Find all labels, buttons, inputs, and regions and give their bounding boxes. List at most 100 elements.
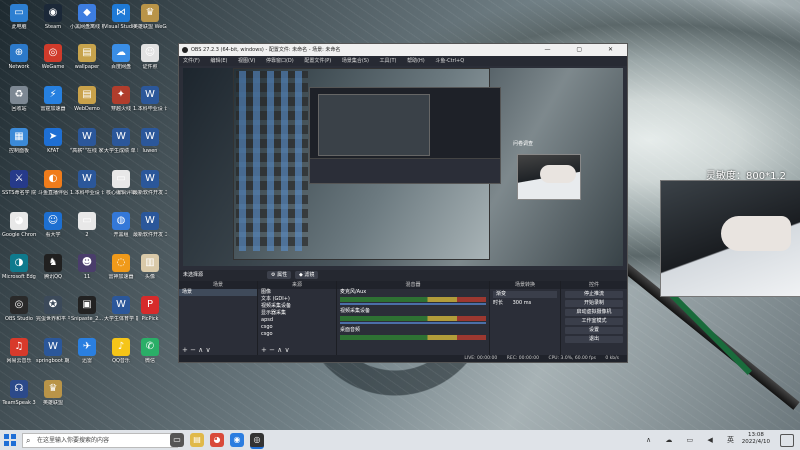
window-controls[interactable]: — ▢ ✕ xyxy=(544,44,625,56)
desktop-icon[interactable]: ▥ 头像 xyxy=(133,254,167,296)
desktop-icon[interactable]: W 最新软件开发 工作流程 xyxy=(133,170,167,212)
desktop-icon[interactable]: ◎ WeGame xyxy=(36,44,70,86)
obs-preview[interactable]: 问卷调查 xyxy=(183,68,623,266)
file-explorer-icon[interactable]: ▤ xyxy=(190,433,204,447)
desktop-icon[interactable]: ☊ TeamSpeak 3 xyxy=(2,380,36,422)
stop-streaming-button[interactable]: 停止推流 xyxy=(565,291,623,298)
obs-titlebar[interactable]: OBS 27.2.3 (64-bit, windows) - 配置文件: 未命名… xyxy=(179,44,627,56)
start-recording-button[interactable]: 开始录制 xyxy=(565,300,623,307)
mixer-dock: 混音器 麦克风/Aux 视频采集设备 桌面音频 xyxy=(337,281,490,355)
desktop-icon[interactable]: W 1.本科毕业设 计论文(全... xyxy=(70,170,104,212)
desktop-icon[interactable]: ☻ 11 xyxy=(70,254,104,296)
task-view-icon[interactable]: ▭ xyxy=(170,433,184,447)
desktop-icon[interactable]: ◎ OBS Studio xyxy=(2,296,36,338)
filters-button[interactable]: ◆ 滤镜 xyxy=(295,271,319,279)
desktop-icon[interactable]: ⚔ SSTS命名学 院 xyxy=(2,170,36,212)
taskbar-search[interactable]: ⌕ 在这里输入你要搜索的内容 xyxy=(22,433,178,448)
desktop-icon[interactable]: ♛ 英雄联盟 WeGame版 xyxy=(133,4,167,46)
properties-button[interactable]: ⚙ 属性 xyxy=(267,271,292,279)
desktop-icon[interactable]: Wluwen xyxy=(133,128,167,170)
menu-profile[interactable]: 配置文件(P) xyxy=(304,58,331,64)
volume-slider[interactable] xyxy=(340,322,486,324)
transition-select[interactable]: 渐变 xyxy=(493,291,557,298)
chrome-icon[interactable]: ◕ xyxy=(210,433,224,447)
scenes-footer-buttons[interactable]: + − ∧ ∨ xyxy=(179,346,260,355)
sources-footer-buttons[interactable]: + − ∧ ∨ xyxy=(258,346,339,355)
desktop-icon[interactable]: ◐ 斗鱼直播伴侣 xyxy=(36,170,70,212)
desktop-icon[interactable]: ◉ Steam xyxy=(36,4,70,46)
virtual-camera-button[interactable]: 启动虚拟摄像机 xyxy=(565,309,623,316)
menu-tools[interactable]: 工具(T) xyxy=(380,58,397,64)
desktop-app-icon: ♻ xyxy=(10,86,28,104)
source-item[interactable]: apsd xyxy=(258,317,336,324)
desktop-app-icon: ◆ xyxy=(78,4,96,22)
desktop-icon[interactable]: ▣ Snipaste_2... xyxy=(70,296,104,338)
transition-duration[interactable]: 时长 300 ms xyxy=(490,300,560,307)
desktop-icon[interactable]: Wspringboot 期末课程设计... xyxy=(36,338,70,380)
desktop-app-icon: ◐ xyxy=(44,170,62,188)
settings-button[interactable]: 设置 xyxy=(565,327,623,334)
app-icon[interactable]: ◉ xyxy=(230,433,244,447)
desktop-icon-label: 微信 xyxy=(144,358,155,364)
desktop-icon[interactable]: ✪ 完蛋世界和平 平台 xyxy=(36,296,70,338)
obs-statusbar: LIVE: 00:00:00 REC: 00:00:00 CPU: 3.0%, … xyxy=(179,355,627,362)
obs-taskbar-icon[interactable]: ◎ xyxy=(250,433,264,449)
duration-value[interactable]: 300 ms xyxy=(513,300,532,306)
desktop-icon[interactable]: ▦ 控制面板 xyxy=(2,128,36,170)
preview-hand-image xyxy=(540,165,576,183)
notification-icon[interactable] xyxy=(780,434,794,447)
volume-slider[interactable] xyxy=(340,303,486,305)
source-item[interactable]: 视频采集设备 xyxy=(258,303,336,310)
desktop-icon[interactable]: ♞ 腾讯QQ xyxy=(36,254,70,296)
desktop-icon[interactable]: ♛ 英雄联盟 xyxy=(36,380,70,422)
menu-docks[interactable]: 停靠窗口(D) xyxy=(266,58,294,64)
desktop-icon[interactable]: ◕ Google Chrome xyxy=(2,212,36,254)
desktop-app-icon: ♫ xyxy=(10,338,28,356)
desktop-icon[interactable]: ◑ Microsoft Edge xyxy=(2,254,36,296)
menu-scene-collection[interactable]: 场景集合(S) xyxy=(342,58,369,64)
desktop-icon[interactable]: ▭ 此电脑 xyxy=(2,4,36,46)
menu-help[interactable]: 帮助(H) xyxy=(407,58,425,64)
clock[interactable]: 13:08 2022/4/10 xyxy=(742,432,770,446)
desktop-icon[interactable]: W "高薪""在线 家数字化证 xyxy=(70,128,104,170)
obs-menubar: 文件(F) 编辑(E) 视图(V) 停靠窗口(D) 配置文件(P) 场景集合(S… xyxy=(179,56,627,66)
desktop-icon[interactable]: W 最新软件开发 工作流程（精... xyxy=(133,212,167,254)
source-item[interactable]: csgo xyxy=(258,331,336,338)
start-button[interactable] xyxy=(4,434,16,446)
source-toolbar: 未选择源 ⚙ 属性 ◆ 滤镜 xyxy=(179,270,627,281)
desktop-icon[interactable]: ♫ 网易云音乐 xyxy=(2,338,36,380)
desktop-app-icon: ◍ xyxy=(112,212,130,230)
system-tray[interactable]: ∧ ☁ ▭ ◀ 英 xyxy=(646,435,740,445)
source-item[interactable]: 文本 (GDI+) xyxy=(258,296,336,303)
desktop-icon[interactable]: ▤ wallpaper xyxy=(70,44,104,86)
desktop-app-icon: ⚡ xyxy=(44,86,62,104)
desktop-icon[interactable]: ☺ 看大学 xyxy=(36,212,70,254)
exit-button[interactable]: 退出 xyxy=(565,336,623,343)
menu-view[interactable]: 视图(V) xyxy=(238,58,255,64)
source-item[interactable]: csgo xyxy=(258,324,336,331)
source-item[interactable]: 图像 xyxy=(258,289,336,296)
desktop-icon-label: wallpaper xyxy=(74,64,100,70)
desktop-icon[interactable]: P PicPick xyxy=(133,296,167,338)
studio-mode-button[interactable]: 工作室模式 xyxy=(565,318,623,325)
desktop-icon[interactable]: ⊕ Network xyxy=(2,44,36,86)
obs-window[interactable]: OBS 27.2.3 (64-bit, windows) - 配置文件: 未命名… xyxy=(178,43,628,363)
desktop-icon[interactable]: ▭ 2 xyxy=(70,212,104,254)
preview-webcam-source[interactable] xyxy=(517,154,581,200)
desktop-icon[interactable]: W 1.本科毕业设 计论文(全... xyxy=(133,86,167,128)
desktop-app-icon: ✪ xyxy=(44,296,62,314)
scene-item[interactable]: 场景 xyxy=(179,289,257,296)
desktop-app-icon: ⚔ xyxy=(10,170,28,188)
desktop-icon[interactable]: ⚡ 雷霆加速器 xyxy=(36,86,70,128)
desktop-icon[interactable]: ◆ 小黑网盘离线 板 xyxy=(70,4,104,46)
source-item[interactable]: 显示器采集 xyxy=(258,310,336,317)
desktop-icon[interactable]: ♻ 回收站 xyxy=(2,86,36,128)
menu-douyu[interactable]: 斗鱼-Ctrl+Q xyxy=(435,58,464,64)
menu-file[interactable]: 文件(F) xyxy=(183,58,200,64)
desktop-icon[interactable]: ➤ KFAT xyxy=(36,128,70,170)
desktop-icon[interactable]: ✈ 迅雷 xyxy=(70,338,104,380)
desktop-icon[interactable]: ▤ WebDemo xyxy=(70,86,104,128)
menu-edit[interactable]: 编辑(E) xyxy=(210,58,227,64)
desktop-icon[interactable]: ☺ 证件照 xyxy=(133,44,167,86)
desktop-icon[interactable]: ✆ 微信 xyxy=(133,338,167,380)
